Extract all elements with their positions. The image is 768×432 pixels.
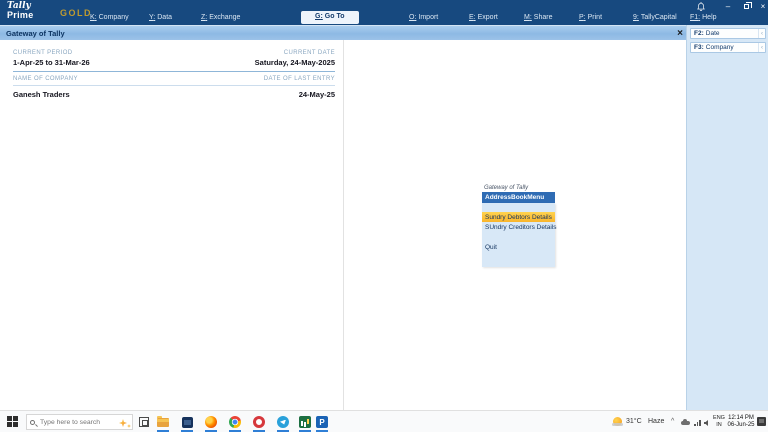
menu-item-go-to[interactable]: GGo To xyxy=(301,11,359,24)
volume-icon[interactable] xyxy=(704,420,708,426)
edition-badge: GOLD xyxy=(60,8,92,18)
menu-option-sundry-creditors[interactable]: SUndry Creditors Details xyxy=(482,222,557,232)
task-view-icon[interactable] xyxy=(139,417,149,427)
restore-button[interactable] xyxy=(740,2,752,11)
tally-prime-app-icon[interactable]: P xyxy=(314,414,330,432)
close-window-button[interactable]: × xyxy=(757,2,768,11)
weather-condition-text[interactable]: Haze xyxy=(648,418,664,425)
gateway-menu: Gateway of Tally AddressBookMenu Sundry … xyxy=(482,185,557,267)
time-text: 12:14 PM xyxy=(728,415,754,421)
spreadsheet-icon xyxy=(299,416,311,428)
logo-name: Prime xyxy=(7,10,34,20)
app-top-bar: Tally Prime GOLD KCompany YData ZExchang… xyxy=(0,0,768,25)
network-signal-icon[interactable] xyxy=(694,420,702,426)
menu-option-sundry-debtors[interactable]: Sundry Debtors Details xyxy=(482,212,555,222)
page-title: Gateway of Tally xyxy=(6,29,65,38)
menu-item-company[interactable]: KCompany xyxy=(90,14,129,21)
windows-taskbar: P 31°C Haze ^ ENG IN 12:14 PM 06-Jun-25 xyxy=(0,410,768,432)
last-entry-value: 24-May-25 xyxy=(298,90,335,99)
file-explorer-icon[interactable] xyxy=(155,414,171,432)
current-date-label: CURRENT DATE xyxy=(283,50,335,56)
menu-item-print[interactable]: PPrint xyxy=(579,14,602,21)
gateway-menu-caption: Gateway of Tally xyxy=(484,185,529,191)
gateway-menu-body: Sundry Debtors Details SUndry Creditors … xyxy=(482,203,557,267)
restore-icon xyxy=(743,2,752,9)
menu-item-export[interactable]: EExport xyxy=(469,14,498,21)
current-date-value[interactable]: Saturday, 24-May-2025 xyxy=(255,58,335,67)
divider xyxy=(13,85,335,86)
chrome-icon[interactable] xyxy=(227,414,243,432)
current-period-label: CURRENT PERIOD xyxy=(13,50,73,56)
folder-icon xyxy=(157,415,169,427)
clock[interactable]: 12:14 PM 06-Jun-25 xyxy=(726,415,756,429)
menu-item-import[interactable]: OImport xyxy=(409,14,438,21)
report-title-bar: Gateway of Tally × xyxy=(0,25,686,40)
messenger-icon xyxy=(277,416,289,428)
language-code: ENG xyxy=(713,415,725,421)
language-region: IN xyxy=(716,422,722,428)
opera-icon[interactable] xyxy=(251,414,267,432)
prime-icon: P xyxy=(316,416,328,428)
date-button[interactable]: F2Date ‹ xyxy=(690,28,766,39)
gateway-menu-header: AddressBookMenu xyxy=(482,192,555,203)
tray-expand-icon[interactable]: ^ xyxy=(671,418,674,425)
browser-icon xyxy=(205,416,217,428)
company-button[interactable]: F3Company ‹ xyxy=(690,42,766,53)
divider xyxy=(13,71,335,72)
menu-item-share[interactable]: MShare xyxy=(524,14,552,21)
company-info-panel: CURRENT PERIOD CURRENT DATE 1-Apr-25 to … xyxy=(0,40,344,410)
search-input[interactable] xyxy=(38,417,102,427)
expand-arrow-icon: ‹ xyxy=(758,29,765,38)
language-indicator[interactable]: ENG IN xyxy=(712,415,726,429)
expand-arrow-icon: ‹ xyxy=(758,43,765,52)
main-area: CURRENT PERIOD CURRENT DATE 1-Apr-25 to … xyxy=(0,40,686,410)
firefox-icon[interactable] xyxy=(203,414,219,432)
search-icon xyxy=(30,419,35,425)
cloud-sync-icon[interactable] xyxy=(681,419,690,425)
browser-icon xyxy=(229,416,241,428)
app-window-icon xyxy=(181,416,193,428)
company-name-label: NAME OF COMPANY xyxy=(13,76,78,82)
menu-item-data[interactable]: YData xyxy=(149,14,172,21)
action-center-icon[interactable] xyxy=(757,417,766,426)
close-report-icon[interactable]: × xyxy=(677,26,683,41)
date-text: 06-Jun-25 xyxy=(727,422,755,428)
notification-bell-icon[interactable] xyxy=(695,2,707,13)
tally-prime-logo: Tally Prime xyxy=(7,2,34,20)
temperature-text[interactable]: 31°C xyxy=(626,418,642,425)
right-button-panel: F2Date ‹ F3Company ‹ xyxy=(686,25,768,410)
weather-icon[interactable] xyxy=(612,417,623,426)
highlights-sparkle-icon[interactable] xyxy=(119,419,127,427)
menu-option-quit[interactable]: Quit xyxy=(482,242,555,252)
taskbar-search[interactable] xyxy=(26,414,133,430)
menu-item-help[interactable]: F1Help xyxy=(690,14,717,21)
dark-app-icon[interactable] xyxy=(179,414,195,432)
company-name-value[interactable]: Ganesh Traders xyxy=(13,90,70,99)
start-button[interactable] xyxy=(7,416,19,428)
excel-icon[interactable] xyxy=(297,414,313,432)
browser-icon xyxy=(253,416,265,428)
menu-item-exchange[interactable]: ZExchange xyxy=(201,14,240,21)
menu-item-tallycapital[interactable]: 9TallyCapital xyxy=(633,14,677,21)
minimize-button[interactable]: – xyxy=(722,2,734,11)
current-period-value[interactable]: 1-Apr-25 to 31-Mar-26 xyxy=(13,58,90,67)
highlights-sparkle-icon xyxy=(127,424,131,428)
telegram-icon[interactable] xyxy=(275,414,291,432)
last-entry-label: DATE OF LAST ENTRY xyxy=(263,76,335,82)
